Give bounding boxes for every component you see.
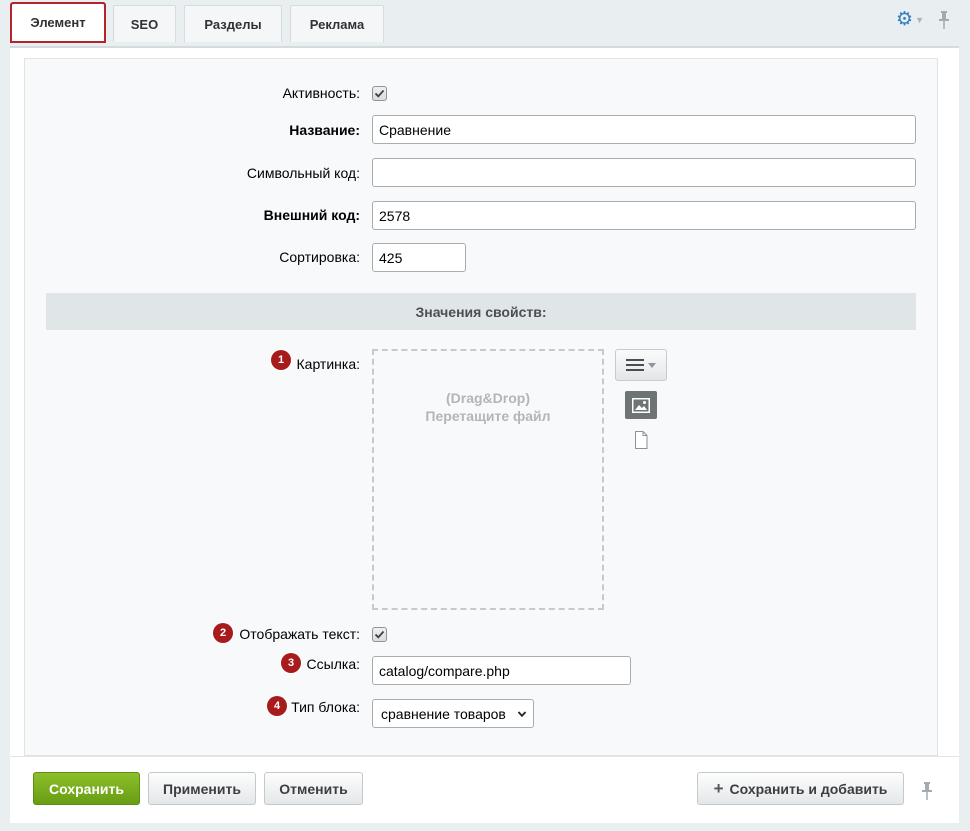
sort-input[interactable] (372, 243, 466, 272)
file-dropzone[interactable]: (Drag&Drop) Перетащите файл (372, 349, 604, 610)
block-type-label: Тип блока: (291, 699, 360, 715)
symbol-code-label: Символьный код: (246, 165, 360, 181)
image-icon (632, 397, 650, 413)
name-label: Название: (289, 122, 360, 138)
tab-element[interactable]: Элемент (10, 2, 106, 43)
save-and-add-button[interactable]: + Сохранить и добавить (697, 772, 904, 805)
form-area: Активность: Название: Символьный код: Вн… (24, 58, 938, 756)
block-type-select[interactable]: сравнение товаров (372, 699, 534, 728)
image-upload-button[interactable] (625, 391, 657, 419)
tab-bar: Элемент SEO Разделы Реклама ⚙ ▼ (0, 0, 970, 46)
name-input[interactable] (372, 115, 916, 144)
tab-bar-tools: ⚙ ▼ (896, 10, 950, 30)
cancel-button[interactable]: Отменить (264, 772, 363, 805)
edit-panel: Активность: Название: Символьный код: Вн… (10, 46, 959, 756)
pin-icon[interactable] (921, 781, 933, 801)
symbol-code-input[interactable] (372, 158, 916, 187)
step-badge-3: 3 (281, 653, 301, 673)
menu-icon (626, 359, 644, 371)
external-code-input[interactable] (372, 201, 916, 230)
save-and-add-label: Сохранить и добавить (729, 780, 888, 797)
gear-icon: ⚙ (896, 9, 914, 30)
properties-section-header: Значения свойств: (46, 293, 916, 330)
checkmark-icon (374, 630, 385, 639)
active-checkbox[interactable] (372, 86, 387, 101)
step-badge-4: 4 (267, 696, 287, 716)
tab-sections[interactable]: Разделы (184, 5, 282, 42)
show-text-checkbox[interactable] (372, 627, 387, 642)
block-type-value: сравнение товаров (381, 705, 506, 722)
tab-advertising[interactable]: Реклама (290, 5, 384, 42)
plus-icon: + (713, 778, 724, 798)
link-input[interactable] (372, 656, 631, 685)
link-label: Ссылка: (306, 656, 360, 672)
dropzone-line1: (Drag&Drop) (446, 390, 530, 406)
apply-button[interactable]: Применить (148, 772, 256, 805)
save-button[interactable]: Сохранить (33, 772, 140, 805)
sort-label: Сортировка: (279, 249, 360, 265)
picture-label: Картинка: (296, 356, 361, 372)
active-label: Активность: (282, 85, 360, 101)
pin-icon[interactable] (938, 10, 950, 30)
dropzone-line2: Перетащите файл (425, 408, 551, 424)
settings-button[interactable]: ⚙ ▼ (896, 10, 924, 30)
show-text-label: Отображать текст: (239, 626, 360, 642)
chevron-down-icon: ▼ (915, 15, 924, 25)
external-code-label: Внешний код: (263, 207, 360, 223)
footer-bar: Сохранить Применить Отменить + Сохранить… (10, 756, 959, 823)
step-badge-2: 2 (213, 623, 233, 643)
step-badge-1: 1 (271, 350, 291, 370)
file-icon[interactable] (633, 431, 649, 449)
checkmark-icon (374, 89, 385, 98)
chevron-down-icon (517, 711, 527, 718)
file-menu-button[interactable] (615, 349, 667, 381)
tab-seo[interactable]: SEO (113, 5, 176, 42)
chevron-down-icon (648, 362, 656, 368)
